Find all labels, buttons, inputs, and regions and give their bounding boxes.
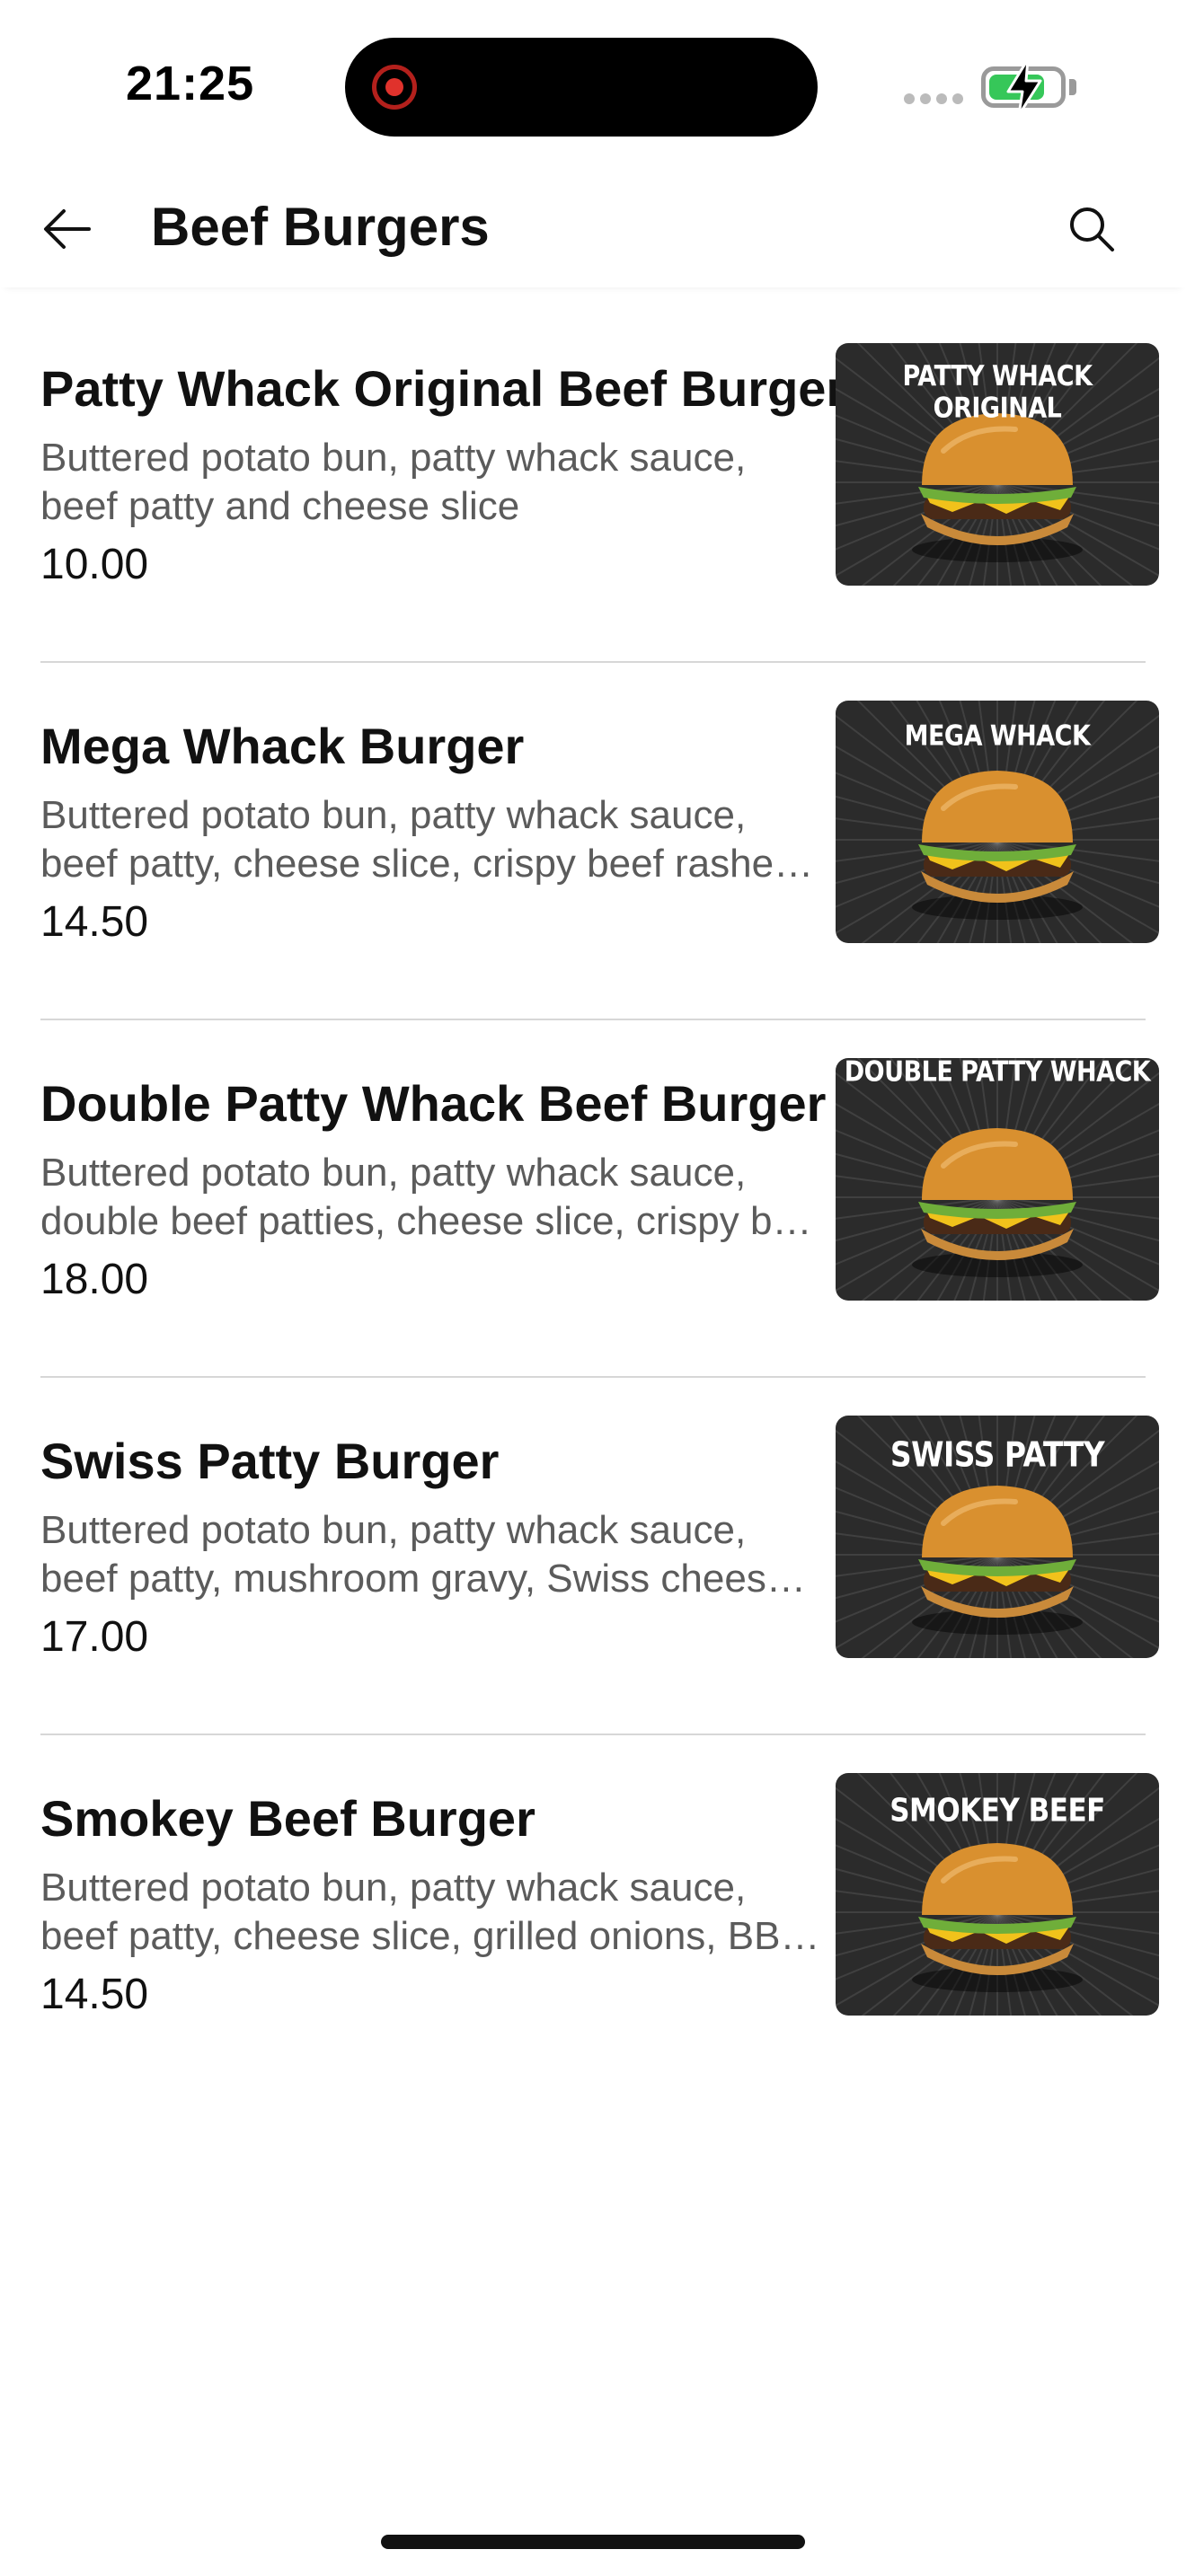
page-title: Beef Burgers	[151, 197, 490, 257]
menu-item-price: 14.50	[40, 1971, 149, 2018]
menu-item-list: Patty Whack Original Beef Burger Buttere…	[0, 305, 1186, 2093]
menu-item-image-caption: DOUBLE PATTY WHACK	[844, 1058, 1151, 1089]
menu-item-image[interactable]: SWISS PATTY	[836, 1416, 1159, 1658]
menu-item-name: Double Patty Whack Beef Burger	[40, 1075, 827, 1132]
search-icon	[1070, 207, 1114, 251]
burger-image	[836, 1058, 1159, 1301]
menu-item-description-line: Buttered potato bun, patty whack sauce,	[40, 1508, 747, 1552]
top-app-bar: Beef Burgers	[0, 171, 1186, 287]
menu-item[interactable]: Patty Whack Original Beef Burger Buttere…	[0, 305, 1186, 663]
menu-item-description-line: Buttered potato bun, patty whack sauce,	[40, 793, 747, 837]
menu-item-price: 14.50	[40, 898, 149, 946]
home-indicator[interactable]	[381, 2535, 805, 2549]
menu-item-image-caption: SWISS PATTY	[890, 1434, 1105, 1475]
menu-item-description: Buttered potato bun, patty whack sauce, …	[40, 791, 822, 888]
dynamic-island	[345, 38, 818, 137]
status-bar: 21:25	[0, 0, 1186, 171]
signal-dots-icon	[904, 93, 963, 104]
menu-item-image-caption: MEGA WHACK	[904, 719, 1091, 753]
menu-item-text: Patty Whack Original Beef Burger Buttere…	[40, 359, 846, 589]
menu-item[interactable]: Smokey Beef Burger Buttered potato bun, …	[0, 1735, 1186, 2093]
menu-item-image-caption: SMOKEY BEEF	[890, 1792, 1105, 1830]
menu-item-image[interactable]: MEGA WHACK	[836, 701, 1159, 943]
menu-item-description-line: double beef patties, cheese slice, crisp…	[40, 1199, 822, 1243]
menu-item-description-line: beef patty and cheese slice	[40, 484, 520, 528]
menu-item-name: Patty Whack Original Beef Burger	[40, 360, 846, 417]
menu-item[interactable]: Swiss Patty Burger Buttered potato bun, …	[0, 1378, 1186, 1735]
menu-item-description-line: beef patty, cheese slice, grilled onions…	[40, 1914, 820, 1958]
menu-item[interactable]: Mega Whack Burger Buttered potato bun, p…	[0, 663, 1186, 1020]
menu-item-price: 17.00	[40, 1613, 149, 1661]
menu-item-description: Buttered potato bun, patty whack sauce, …	[40, 1149, 822, 1246]
menu-item-text: Swiss Patty Burger Buttered potato bun, …	[40, 1432, 822, 1662]
menu-item-image[interactable]: SMOKEY BEEF	[836, 1773, 1159, 2016]
menu-item-description: Buttered potato bun, patty whack sauce, …	[40, 434, 822, 531]
recording-indicator-icon	[372, 65, 417, 110]
menu-item-name: Mega Whack Burger	[40, 718, 525, 774]
menu-item-description: Buttered potato bun, patty whack sauce, …	[40, 1864, 822, 1961]
back-button[interactable]	[36, 198, 99, 260]
search-button[interactable]	[1060, 198, 1123, 260]
menu-item-name: Smokey Beef Burger	[40, 1790, 535, 1847]
menu-item-description-line: beef patty, mushroom gravy, Swiss cheese…	[40, 1557, 822, 1601]
status-time: 21:25	[126, 57, 255, 110]
battery-cap	[1069, 79, 1076, 95]
menu-item-name: Swiss Patty Burger	[40, 1433, 500, 1489]
menu-item-description-line: Buttered potato bun, patty whack sauce,	[40, 1151, 747, 1195]
charging-bolt-icon	[1006, 57, 1042, 117]
menu-item-text: Mega Whack Burger Buttered potato bun, p…	[40, 717, 822, 947]
menu-item[interactable]: Double Patty Whack Beef Burger Buttered …	[0, 1020, 1186, 1378]
menu-item-price: 10.00	[40, 541, 149, 588]
menu-item-image-caption: PATTY WHACK ORIGINAL	[902, 360, 1093, 425]
menu-item-text: Smokey Beef Burger Buttered potato bun, …	[40, 1789, 822, 2019]
menu-item-description-line: beef patty, cheese slice, crispy beef ra…	[40, 842, 822, 886]
menu-item-description-line: Buttered potato bun, patty whack sauce,	[40, 1866, 747, 1910]
menu-item-description: Buttered potato bun, patty whack sauce, …	[40, 1506, 822, 1603]
menu-item-text: Double Patty Whack Beef Burger Buttered …	[40, 1074, 827, 1304]
arrow-left-icon	[44, 209, 91, 249]
menu-item-image[interactable]: DOUBLE PATTY WHACK	[836, 1058, 1159, 1301]
menu-item-description-line: Buttered potato bun, patty whack sauce,	[40, 436, 747, 480]
menu-item-image[interactable]: PATTY WHACK ORIGINAL	[836, 343, 1159, 586]
menu-item-price: 18.00	[40, 1256, 149, 1303]
